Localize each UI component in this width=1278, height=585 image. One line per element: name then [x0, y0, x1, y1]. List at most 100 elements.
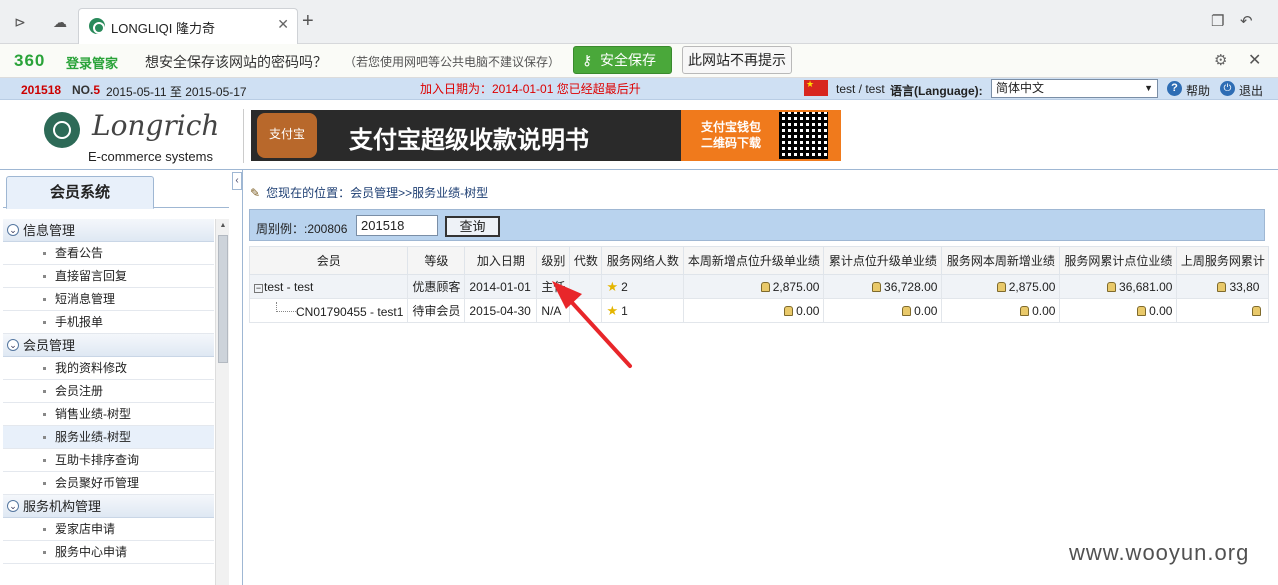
- favicon-icon: [89, 18, 105, 34]
- close-icon[interactable]: ✕: [277, 16, 289, 33]
- language-value: 简体中文: [996, 81, 1045, 95]
- banner-title: 支付宝超级收款说明书: [349, 127, 589, 154]
- scrollbar-thumb[interactable]: [218, 235, 228, 363]
- collapse-sidebar-icon[interactable]: ‹: [232, 172, 242, 190]
- browser-tab-bar: ⊳ ☁ LONGLIQI 隆力奇 ✕ + ❐ ↶: [0, 0, 1278, 44]
- menu-group-service[interactable]: ⌄ 服务机构管理: [3, 495, 214, 518]
- period-number: NO.5: [72, 83, 101, 97]
- menu-item[interactable]: 手机报单: [3, 311, 214, 334]
- forward-icon[interactable]: ⊳: [8, 10, 32, 34]
- query-button[interactable]: 查询: [445, 216, 500, 237]
- sidebar: 会员系统 ⌄ 信息管理 查看公告 直接留言回复 短消息管理 手机报单 ⌄ 会员管理 …: [0, 170, 243, 585]
- date-range: 2015-05-11 至 2015-05-17: [106, 85, 247, 99]
- menu-item[interactable]: 销售业绩-树型: [3, 403, 214, 426]
- star-icon: ★: [606, 302, 619, 318]
- week-query-input[interactable]: 201518: [356, 215, 438, 236]
- language-select[interactable]: 简体中文 ▼: [991, 79, 1158, 98]
- star-icon: ★: [606, 278, 619, 294]
- menu-item[interactable]: 会员聚好币管理: [3, 472, 214, 495]
- cloud-icon[interactable]: ☁: [48, 10, 72, 34]
- table-row[interactable]: − test - test 优惠顾客 2014-01-01 主任 ★ 2 2,875…: [248, 274, 1270, 299]
- menu-item[interactable]: 爱家店申请: [3, 518, 214, 541]
- join-date-cell: 2015-04-30: [464, 298, 538, 323]
- longrich-emblem-icon: [44, 112, 80, 148]
- member-cell[interactable]: CN01790455 - test1: [248, 298, 409, 323]
- new-tab-icon[interactable]: +: [302, 11, 314, 31]
- person-icon: [902, 305, 912, 316]
- menu-item[interactable]: 会员注册: [3, 380, 214, 403]
- grade-cell: 待审会员: [407, 298, 466, 323]
- undo-icon[interactable]: ↶: [1240, 12, 1253, 30]
- password-save-bar: 360 登录管家 想安全保存该网站的密码吗？ （若您使用网吧等公共电脑不建议保存…: [0, 44, 1278, 78]
- value-cell[interactable]: 36,728.00: [823, 274, 943, 299]
- level-cell: N/A: [536, 298, 571, 323]
- collapse-icon: ⌄: [7, 500, 19, 512]
- member-cell[interactable]: − test - test: [248, 274, 409, 299]
- tree-branch-line: [276, 302, 296, 312]
- value-cell[interactable]: 2,875.00: [941, 274, 1061, 299]
- menu-item[interactable]: 我的资料修改: [3, 357, 214, 380]
- person-icon: [1107, 281, 1117, 292]
- menu-item[interactable]: 服务中心申请: [3, 541, 214, 564]
- brand-name: 登录管家: [66, 56, 119, 71]
- qr-code-icon: [779, 112, 828, 159]
- col-header: 等级: [407, 246, 466, 275]
- help-link[interactable]: 帮助: [1186, 82, 1210, 99]
- site-header: Longrich E-commerce systems 支付宝 支付宝超级收款说…: [0, 101, 1278, 170]
- value-cell[interactable]: [1176, 298, 1270, 323]
- network-count-cell: ★ 1: [601, 298, 685, 323]
- menu-item[interactable]: 互助卡排序查询: [3, 449, 214, 472]
- value-cell[interactable]: 2,875.00: [683, 274, 825, 299]
- col-header: 级别: [536, 246, 571, 275]
- logout-link[interactable]: 退出: [1239, 82, 1263, 99]
- logo-subtitle: E-commerce systems: [88, 149, 213, 164]
- col-header: 本周新增点位升级单业绩: [683, 246, 825, 275]
- never-prompt-button[interactable]: 此网站不再提示: [682, 46, 792, 74]
- tree-collapse-icon[interactable]: −: [254, 283, 263, 293]
- person-icon: [996, 281, 1006, 292]
- tab-member-system[interactable]: 会员系统: [6, 176, 154, 209]
- banner-subtitle: 支付宝钱包 二维码下载: [700, 120, 761, 150]
- help-icon[interactable]: ?: [1167, 81, 1182, 96]
- browser-tab[interactable]: LONGLIQI 隆力奇 ✕: [78, 8, 298, 44]
- collapse-icon: ⌄: [7, 339, 19, 351]
- value-cell[interactable]: 0.00: [823, 298, 943, 323]
- col-header: 上周服务网累计: [1176, 246, 1270, 275]
- menu-item[interactable]: 查看公告: [3, 242, 214, 265]
- scroll-up-icon[interactable]: ▲: [216, 219, 230, 233]
- week-number: 201518: [21, 83, 62, 97]
- safe-save-button[interactable]: ⚷ 安全保存: [573, 46, 672, 74]
- person-icon: [784, 305, 794, 316]
- table-row[interactable]: CN01790455 - test1 待审会员 2015-04-30 N/A ★…: [248, 298, 1270, 323]
- col-header: 服务网累计点位业绩: [1059, 246, 1178, 275]
- menu-item[interactable]: 直接留言回复: [3, 265, 214, 288]
- col-header: 服务网络人数: [601, 246, 685, 275]
- menu-group-member[interactable]: ⌄ 会员管理: [3, 334, 214, 357]
- china-flag-icon: [804, 79, 828, 96]
- value-cell[interactable]: 36,681.00: [1059, 274, 1178, 299]
- sidebar-menu: ⌄ 信息管理 查看公告 直接留言回复 短消息管理 手机报单 ⌄ 会员管理 我的资料修…: [3, 219, 214, 564]
- value-cell[interactable]: 33,80: [1176, 274, 1270, 299]
- person-icon: [1020, 305, 1030, 316]
- menu-group-info[interactable]: ⌄ 信息管理: [3, 219, 214, 242]
- safe-save-label: 安全保存: [600, 52, 656, 68]
- week-query-label: 周别例：:200806: [256, 222, 348, 236]
- value-cell[interactable]: 0.00: [1059, 298, 1178, 323]
- generation-cell: [569, 298, 603, 323]
- menu-item-active[interactable]: 服务业绩-树型: [3, 426, 214, 449]
- sidebar-scrollbar[interactable]: ▲: [215, 219, 229, 585]
- value-cell[interactable]: 0.00: [941, 298, 1061, 323]
- person-icon: [872, 281, 882, 292]
- value-cell[interactable]: 0.00: [683, 298, 825, 323]
- site-info-strip: 201518 NO.5 2015-05-11 至 2015-05-17 加入日期…: [0, 78, 1278, 100]
- dropdown-arrow-icon: ▼: [1144, 83, 1153, 93]
- query-bar: 周别例：:200806 201518 查询: [249, 209, 1265, 241]
- logout-icon[interactable]: ⏻: [1220, 81, 1235, 96]
- alipay-banner[interactable]: 支付宝 支付宝超级收款说明书 支付宝钱包 二维码下载: [251, 110, 841, 161]
- restore-window-icon[interactable]: ❐: [1211, 12, 1224, 30]
- menu-item[interactable]: 短消息管理: [3, 288, 214, 311]
- person-icon: [1252, 305, 1262, 316]
- close-icon[interactable]: ✕: [1248, 50, 1261, 70]
- gear-icon[interactable]: ⚙: [1214, 51, 1227, 69]
- generation-cell: [569, 274, 603, 299]
